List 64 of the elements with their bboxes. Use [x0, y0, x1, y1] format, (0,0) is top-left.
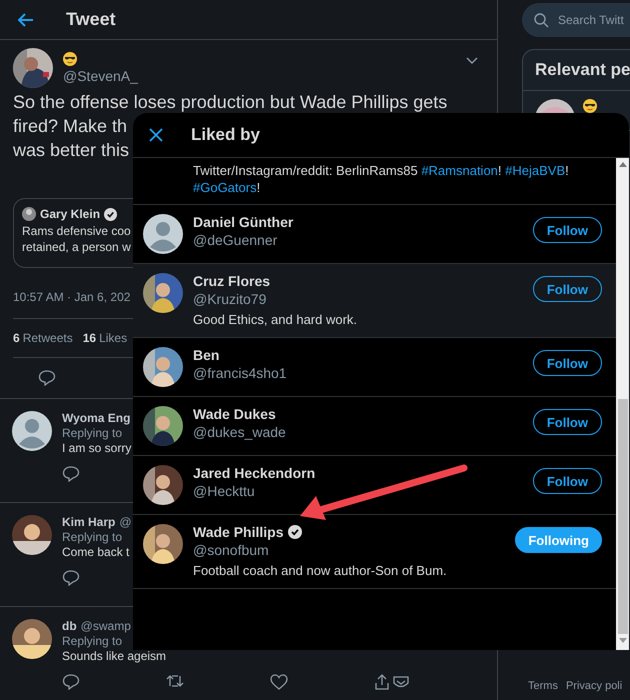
quote-text: retained, a person w [22, 239, 131, 255]
user-handle: @dukes_wade [193, 424, 286, 440]
reply-text: Sounds like ageism [62, 649, 168, 663]
tweet-text: So the offense loses production but Wade Phillips gets [13, 91, 448, 114]
user-handle: @ [119, 515, 132, 529]
user-handle: @sonofbum [193, 542, 270, 558]
reply-text: Come back t [62, 545, 130, 559]
panel-title: Relevant pe [523, 50, 630, 91]
tweet-text: was better this [13, 139, 130, 162]
user-name: Wade Phillips [193, 524, 284, 540]
user-name: db [62, 619, 77, 633]
reply-icon[interactable] [62, 466, 80, 482]
user-bio: Football coach and now author-Son of Bum. [193, 562, 448, 579]
replying-to-label: Replying to [62, 530, 124, 544]
user-handle: @swamp [80, 619, 131, 633]
reply-icon[interactable] [62, 674, 80, 690]
follow-button[interactable]: Follow [532, 409, 602, 435]
tweet-text: fired? Make th [13, 115, 128, 138]
search-field[interactable]: Search Twitt [522, 3, 630, 37]
dialog-title: Liked by [191, 125, 260, 145]
user-name: Kim Harp [62, 515, 116, 529]
replying-to-label: Replying to [62, 426, 124, 440]
back-icon[interactable] [18, 12, 34, 26]
user-handle: @deGuenner [193, 232, 278, 248]
user-name: Jared Heckendorn [193, 465, 316, 481]
user-name: Gary Klein [40, 207, 100, 221]
scrollbar[interactable] [616, 158, 629, 650]
quote-text: Rams defensive coo [22, 223, 131, 239]
stat-label: Retweets [22, 331, 73, 345]
scrollbar-thumb[interactable] [618, 399, 628, 634]
reply-icon[interactable] [38, 370, 56, 386]
stat-count: 16 [82, 331, 96, 345]
replying-to-label: Replying to [62, 634, 124, 648]
like-icon[interactable] [270, 674, 288, 690]
page-title: Tweet [66, 9, 116, 30]
retweet-icon[interactable] [166, 674, 184, 688]
user-name: Wyoma Eng [62, 411, 130, 425]
user-handle: @Kruzito79 [193, 291, 268, 307]
reply-text: I am so sorry [62, 441, 132, 455]
stat-count: 6 [13, 331, 20, 345]
chevron-icon[interactable] [466, 57, 478, 65]
scroll-up-icon[interactable] [618, 162, 626, 167]
user-handle: @francis4sho1 [193, 365, 287, 381]
user-name: Wade Dukes [193, 406, 276, 422]
close-icon[interactable] [149, 128, 163, 142]
stat-label: Likes [99, 331, 128, 345]
sunglasses-face-icon [63, 52, 77, 66]
search-icon [534, 13, 549, 28]
user-handle: @Heckttu [193, 483, 256, 499]
follow-button[interactable]: Follow [532, 217, 602, 243]
user-name: Cruz Flores [193, 273, 270, 289]
follow-button[interactable]: Follow [532, 468, 602, 494]
share-icon[interactable] [374, 674, 410, 690]
reply-icon[interactable] [62, 570, 80, 586]
user-name: Ben [193, 347, 220, 363]
follow-button[interactable]: Follow [532, 276, 602, 302]
user-bio: Twitter/Instagram/reddit: BerlinRams85 #Ramsnation! #HejaBVB! [193, 162, 570, 179]
sunglasses-face-icon [583, 99, 597, 113]
user-name: Daniel Günther [193, 214, 294, 230]
footer-link[interactable]: Terms [528, 680, 558, 692]
follow-button[interactable]: Follow [532, 350, 602, 376]
footer-link[interactable]: Privacy poli [566, 680, 622, 692]
user-handle: @StevenA_ [63, 68, 139, 84]
user-bio: #GoGators! [193, 179, 262, 196]
